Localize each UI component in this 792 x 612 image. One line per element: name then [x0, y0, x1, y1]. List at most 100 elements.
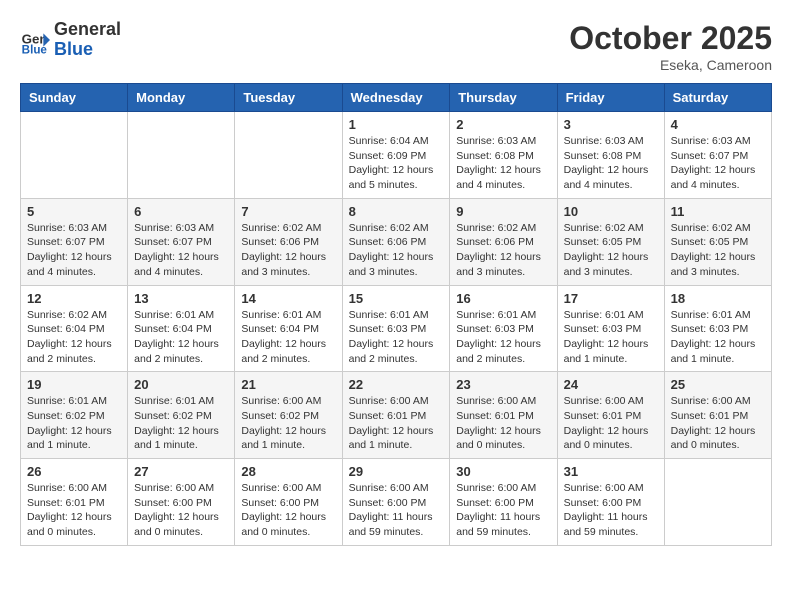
calendar-cell: 2 Sunrise: 6:03 AM Sunset: 6:08 PM Daylig…: [450, 112, 557, 199]
day-number: 25: [671, 377, 765, 392]
day-number: 26: [27, 464, 121, 479]
day-number: 31: [564, 464, 658, 479]
day-info: Sunrise: 6:00 AM Sunset: 6:01 PM Dayligh…: [27, 481, 121, 540]
day-info: Sunrise: 6:01 AM Sunset: 6:04 PM Dayligh…: [134, 308, 228, 367]
calendar-cell: 11Sunrise: 6:02 AM Sunset: 6:05 PM Dayli…: [664, 198, 771, 285]
day-number: 17: [564, 291, 658, 306]
logo-top: General: [54, 20, 121, 40]
week-row-2: 5 Sunrise: 6:03 AM Sunset: 6:07 PM Daylig…: [21, 198, 772, 285]
calendar-cell: [128, 112, 235, 199]
calendar-cell: 12 Sunrise: 6:02 AM Sunset: 6:04 PM Dayli…: [21, 285, 128, 372]
calendar-cell: 23 Sunrise: 6:00 AM Sunset: 6:01 PM Dayli…: [450, 372, 557, 459]
calendar-cell: 5 Sunrise: 6:03 AM Sunset: 6:07 PM Daylig…: [21, 198, 128, 285]
calendar-cell: [21, 112, 128, 199]
day-info: Sunrise: 6:02 AM Sunset: 6:05 PM Dayligh…: [671, 221, 765, 280]
col-header-saturday: Saturday: [664, 84, 771, 112]
day-number: 13: [134, 291, 228, 306]
col-header-tuesday: Tuesday: [235, 84, 342, 112]
day-info: Sunrise: 6:00 AM Sunset: 6:00 PM Dayligh…: [349, 481, 444, 540]
day-number: 1: [349, 117, 444, 132]
calendar-cell: 6Sunrise: 6:03 AM Sunset: 6:07 PM Daylig…: [128, 198, 235, 285]
day-number: 3: [564, 117, 658, 132]
day-number: 29: [349, 464, 444, 479]
day-info: Sunrise: 6:02 AM Sunset: 6:06 PM Dayligh…: [241, 221, 335, 280]
col-header-friday: Friday: [557, 84, 664, 112]
calendar-cell: 3Sunrise: 6:03 AM Sunset: 6:08 PM Daylig…: [557, 112, 664, 199]
day-info: Sunrise: 6:04 AM Sunset: 6:09 PM Dayligh…: [349, 134, 444, 193]
day-number: 12: [27, 291, 121, 306]
calendar-cell: 20Sunrise: 6:01 AM Sunset: 6:02 PM Dayli…: [128, 372, 235, 459]
logo-text: General Blue: [54, 20, 121, 60]
calendar-cell: 1 Sunrise: 6:04 AM Sunset: 6:09 PM Daylig…: [342, 112, 450, 199]
day-info: Sunrise: 6:01 AM Sunset: 6:03 PM Dayligh…: [671, 308, 765, 367]
logo-icon: Gen Blue: [20, 25, 50, 55]
day-number: 14: [241, 291, 335, 306]
calendar-header-row: SundayMondayTuesdayWednesdayThursdayFrid…: [21, 84, 772, 112]
day-info: Sunrise: 6:00 AM Sunset: 6:02 PM Dayligh…: [241, 394, 335, 453]
calendar-table: SundayMondayTuesdayWednesdayThursdayFrid…: [20, 83, 772, 546]
day-number: 23: [456, 377, 550, 392]
calendar-cell: [664, 459, 771, 546]
day-number: 27: [134, 464, 228, 479]
calendar-cell: 31Sunrise: 6:00 AM Sunset: 6:00 PM Dayli…: [557, 459, 664, 546]
day-info: Sunrise: 6:02 AM Sunset: 6:04 PM Dayligh…: [27, 308, 121, 367]
calendar-cell: 22 Sunrise: 6:00 AM Sunset: 6:01 PM Dayli…: [342, 372, 450, 459]
day-info: Sunrise: 6:03 AM Sunset: 6:07 PM Dayligh…: [27, 221, 121, 280]
col-header-sunday: Sunday: [21, 84, 128, 112]
day-number: 6: [134, 204, 228, 219]
day-number: 7: [241, 204, 335, 219]
calendar-cell: 4Sunrise: 6:03 AM Sunset: 6:07 PM Daylig…: [664, 112, 771, 199]
week-row-5: 26 Sunrise: 6:00 AM Sunset: 6:01 PM Dayli…: [21, 459, 772, 546]
day-number: 2: [456, 117, 550, 132]
day-info: Sunrise: 6:00 AM Sunset: 6:01 PM Dayligh…: [349, 394, 444, 453]
day-info: Sunrise: 6:00 AM Sunset: 6:00 PM Dayligh…: [456, 481, 550, 540]
calendar-cell: 18 Sunrise: 6:01 AM Sunset: 6:03 PM Dayli…: [664, 285, 771, 372]
day-info: Sunrise: 6:01 AM Sunset: 6:03 PM Dayligh…: [349, 308, 444, 367]
calendar-cell: 8Sunrise: 6:02 AM Sunset: 6:06 PM Daylig…: [342, 198, 450, 285]
calendar-cell: 7 Sunrise: 6:02 AM Sunset: 6:06 PM Daylig…: [235, 198, 342, 285]
calendar-cell: 9 Sunrise: 6:02 AM Sunset: 6:06 PM Daylig…: [450, 198, 557, 285]
calendar-cell: 19 Sunrise: 6:01 AM Sunset: 6:02 PM Dayli…: [21, 372, 128, 459]
day-number: 22: [349, 377, 444, 392]
month-title: October 2025: [569, 20, 772, 57]
logo-bottom: Blue: [54, 40, 121, 60]
day-number: 30: [456, 464, 550, 479]
calendar-cell: 26 Sunrise: 6:00 AM Sunset: 6:01 PM Dayli…: [21, 459, 128, 546]
day-info: Sunrise: 6:03 AM Sunset: 6:08 PM Dayligh…: [456, 134, 550, 193]
calendar-cell: 17 Sunrise: 6:01 AM Sunset: 6:03 PM Dayli…: [557, 285, 664, 372]
calendar-cell: 10 Sunrise: 6:02 AM Sunset: 6:05 PM Dayli…: [557, 198, 664, 285]
day-info: Sunrise: 6:00 AM Sunset: 6:01 PM Dayligh…: [456, 394, 550, 453]
logo: Gen Blue General Blue: [20, 20, 121, 60]
calendar-cell: 28Sunrise: 6:00 AM Sunset: 6:00 PM Dayli…: [235, 459, 342, 546]
week-row-3: 12 Sunrise: 6:02 AM Sunset: 6:04 PM Dayli…: [21, 285, 772, 372]
day-info: Sunrise: 6:01 AM Sunset: 6:04 PM Dayligh…: [241, 308, 335, 367]
calendar-cell: [235, 112, 342, 199]
day-number: 4: [671, 117, 765, 132]
day-number: 21: [241, 377, 335, 392]
location: Eseka, Cameroon: [569, 57, 772, 73]
day-number: 18: [671, 291, 765, 306]
day-info: Sunrise: 6:00 AM Sunset: 6:01 PM Dayligh…: [564, 394, 658, 453]
calendar-cell: 29 Sunrise: 6:00 AM Sunset: 6:00 PM Dayli…: [342, 459, 450, 546]
day-number: 10: [564, 204, 658, 219]
day-number: 19: [27, 377, 121, 392]
calendar-cell: 24Sunrise: 6:00 AM Sunset: 6:01 PM Dayli…: [557, 372, 664, 459]
day-info: Sunrise: 6:02 AM Sunset: 6:06 PM Dayligh…: [456, 221, 550, 280]
day-number: 9: [456, 204, 550, 219]
day-number: 8: [349, 204, 444, 219]
week-row-1: 1 Sunrise: 6:04 AM Sunset: 6:09 PM Daylig…: [21, 112, 772, 199]
day-number: 28: [241, 464, 335, 479]
col-header-wednesday: Wednesday: [342, 84, 450, 112]
calendar-cell: 16Sunrise: 6:01 AM Sunset: 6:03 PM Dayli…: [450, 285, 557, 372]
day-info: Sunrise: 6:02 AM Sunset: 6:05 PM Dayligh…: [564, 221, 658, 280]
day-info: Sunrise: 6:01 AM Sunset: 6:02 PM Dayligh…: [27, 394, 121, 453]
day-number: 15: [349, 291, 444, 306]
day-info: Sunrise: 6:01 AM Sunset: 6:02 PM Dayligh…: [134, 394, 228, 453]
calendar-cell: 15 Sunrise: 6:01 AM Sunset: 6:03 PM Dayli…: [342, 285, 450, 372]
day-number: 5: [27, 204, 121, 219]
page-header: Gen Blue General Blue October 2025 Eseka…: [20, 20, 772, 73]
calendar-cell: 13 Sunrise: 6:01 AM Sunset: 6:04 PM Dayli…: [128, 285, 235, 372]
calendar-cell: 30 Sunrise: 6:00 AM Sunset: 6:00 PM Dayli…: [450, 459, 557, 546]
day-info: Sunrise: 6:01 AM Sunset: 6:03 PM Dayligh…: [564, 308, 658, 367]
week-row-4: 19 Sunrise: 6:01 AM Sunset: 6:02 PM Dayli…: [21, 372, 772, 459]
